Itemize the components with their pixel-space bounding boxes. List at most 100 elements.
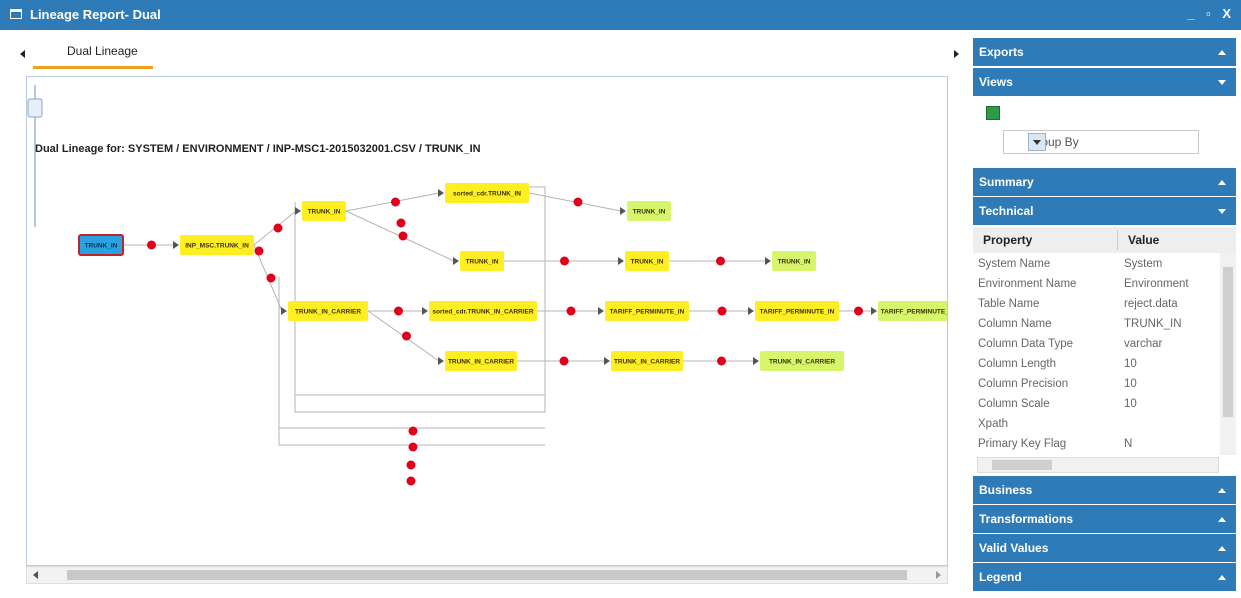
transformation-marker-icon[interactable] (408, 426, 418, 436)
property-value: varchar (1124, 338, 1163, 350)
transformation-marker-icon[interactable] (266, 273, 276, 283)
lineage-node-intermediate[interactable]: TARIFF_PERMINUTE_IN (605, 301, 689, 321)
section-views[interactable]: Views (973, 68, 1236, 96)
edges-layer (123, 189, 877, 365)
property-value: 10 (1124, 358, 1137, 370)
scrollbar-thumb[interactable] (67, 570, 907, 580)
transformation-marker-icon[interactable] (273, 223, 283, 233)
lineage-node-intermediate[interactable]: TRUNK_IN (302, 201, 346, 221)
chevron-down-icon[interactable] (1218, 80, 1226, 85)
property-name: Xpath (978, 418, 1009, 430)
table-row[interactable]: Xpath (973, 415, 1218, 435)
section-legend[interactable]: Legend (973, 563, 1236, 591)
scroll-left-icon[interactable] (33, 571, 38, 579)
transformation-marker-icon[interactable] (406, 476, 416, 486)
transformation-marker-icon[interactable] (717, 356, 726, 366)
transformation-marker-icon[interactable] (854, 306, 863, 316)
lineage-node-target[interactable]: TRUNK_IN_CARRIER (760, 351, 844, 371)
markers-layer (147, 197, 863, 486)
transformation-marker-icon[interactable] (391, 197, 400, 207)
dropdown-arrow-icon[interactable] (1028, 133, 1046, 151)
transformation-marker-icon[interactable] (406, 460, 416, 470)
grid-icon[interactable] (986, 106, 1000, 120)
lineage-node-intermediate[interactable]: INP_MSC.TRUNK_IN (180, 235, 254, 255)
tab-dual-lineage[interactable]: Dual Lineage (33, 36, 153, 69)
tab-scroll-right-icon[interactable] (954, 50, 959, 58)
node-label: TRUNK_IN (85, 243, 118, 250)
lineage-node-target[interactable]: TRUNK_IN (627, 201, 671, 221)
transformation-marker-icon[interactable] (560, 256, 569, 266)
transformation-marker-icon[interactable] (566, 306, 576, 316)
node-label: TRUNK_IN_CARRIER (769, 359, 835, 366)
lineage-node-intermediate[interactable]: TRUNK_IN_CARRIER (611, 351, 683, 371)
window-controls[interactable]: _ ▫ X (1187, 6, 1235, 21)
scrollbar-thumb[interactable] (992, 460, 1052, 470)
chevron-up-icon[interactable] (1218, 575, 1226, 580)
lineage-node-intermediate[interactable]: TRUNK_IN (460, 251, 504, 271)
property-value: reject.data (1124, 298, 1178, 310)
transformation-marker-icon[interactable] (716, 256, 725, 266)
chevron-down-icon[interactable] (1218, 209, 1226, 214)
table-row[interactable]: Column Data Type varchar (973, 335, 1218, 355)
lineage-node-target[interactable]: TRUNK_IN (772, 251, 816, 271)
column-header-value[interactable]: Value (1128, 233, 1159, 247)
table-row[interactable]: Column Length 10 (973, 355, 1218, 375)
transformation-marker-icon[interactable] (394, 306, 403, 316)
table-row[interactable]: Primary Key Flag N (973, 435, 1218, 455)
transformation-marker-icon[interactable] (573, 197, 583, 207)
chevron-up-icon[interactable] (1218, 180, 1226, 185)
lineage-node-intermediate[interactable]: TRUNK_IN_CARRIER (445, 351, 517, 371)
transformation-marker-icon[interactable] (398, 231, 408, 241)
lineage-node-intermediate[interactable]: sorted_cdr.TRUNK_IN (445, 183, 529, 203)
transformation-marker-icon[interactable] (402, 331, 411, 341)
transformation-marker-icon[interactable] (396, 218, 406, 228)
table-row[interactable]: Column Scale 10 (973, 395, 1218, 415)
transformation-marker-icon[interactable] (254, 246, 264, 256)
arrow-icon (765, 257, 771, 265)
node-label: TRUNK_IN_CARRIER (295, 309, 361, 316)
lineage-node-source[interactable]: TRUNK_IN (78, 234, 124, 256)
transformation-marker-icon[interactable] (559, 356, 569, 366)
lineage-node-target[interactable]: TARIFF_PERMINUTE_IN (878, 301, 958, 321)
transformation-marker-icon[interactable] (147, 240, 156, 250)
lineage-graph[interactable]: Dual Lineage for: SYSTEM / ENVIRONMENT /… (27, 77, 958, 565)
lineage-node-intermediate[interactable]: TARIFF_PERMINUTE_IN (755, 301, 839, 321)
table-row[interactable]: System Name System (973, 255, 1218, 275)
grid-horizontal-scrollbar[interactable] (977, 457, 1219, 473)
section-business[interactable]: Business (973, 476, 1236, 504)
property-name: System Name (978, 258, 1051, 270)
section-exports[interactable]: Exports (973, 38, 1236, 66)
table-row[interactable]: Column Name TRUNK_IN (973, 315, 1218, 335)
scrollbar-thumb[interactable] (1223, 267, 1233, 417)
section-summary[interactable]: Summary (973, 168, 1236, 196)
grid-vertical-scrollbar[interactable] (1220, 253, 1236, 455)
section-valid-values[interactable]: Valid Values (973, 534, 1236, 562)
chevron-up-icon[interactable] (1218, 517, 1226, 522)
table-row[interactable]: Column Precision 10 (973, 375, 1218, 395)
lineage-canvas[interactable]: Dual Lineage for: SYSTEM / ENVIRONMENT /… (26, 76, 958, 566)
table-row[interactable]: Table Name reject.data (973, 295, 1218, 315)
transformation-marker-icon[interactable] (717, 306, 727, 316)
section-technical[interactable]: Technical (973, 197, 1236, 225)
transformation-marker-icon[interactable] (408, 442, 418, 452)
table-row[interactable]: Environment Name Environment (973, 275, 1218, 295)
section-business-label: Business (979, 483, 1033, 497)
lineage-node-intermediate[interactable]: sorted_cdr.TRUNK_IN_CARRIER (429, 301, 537, 321)
window-title: Lineage Report- Dual (30, 7, 161, 22)
lineage-node-intermediate[interactable]: TRUNK_IN (625, 251, 669, 271)
canvas-horizontal-scrollbar[interactable] (26, 566, 948, 584)
property-name: Environment Name (978, 278, 1077, 290)
chevron-up-icon[interactable] (1218, 50, 1226, 55)
section-transformations[interactable]: Transformations (973, 505, 1236, 533)
node-label: INP_MSC.TRUNK_IN (185, 243, 249, 250)
chevron-up-icon[interactable] (1218, 546, 1226, 551)
node-label: TRUNK_IN_CARRIER (614, 359, 680, 366)
tab-scroll-left-icon[interactable] (20, 50, 25, 58)
zoom-slider-handle[interactable] (27, 98, 43, 118)
lineage-node-intermediate[interactable]: TRUNK_IN_CARRIER (288, 301, 368, 321)
group-by-select[interactable]: Group By (1003, 130, 1199, 154)
scroll-right-icon[interactable] (936, 571, 941, 579)
arrow-icon (438, 189, 444, 197)
column-header-property[interactable]: Property (983, 233, 1032, 247)
chevron-up-icon[interactable] (1218, 488, 1226, 493)
